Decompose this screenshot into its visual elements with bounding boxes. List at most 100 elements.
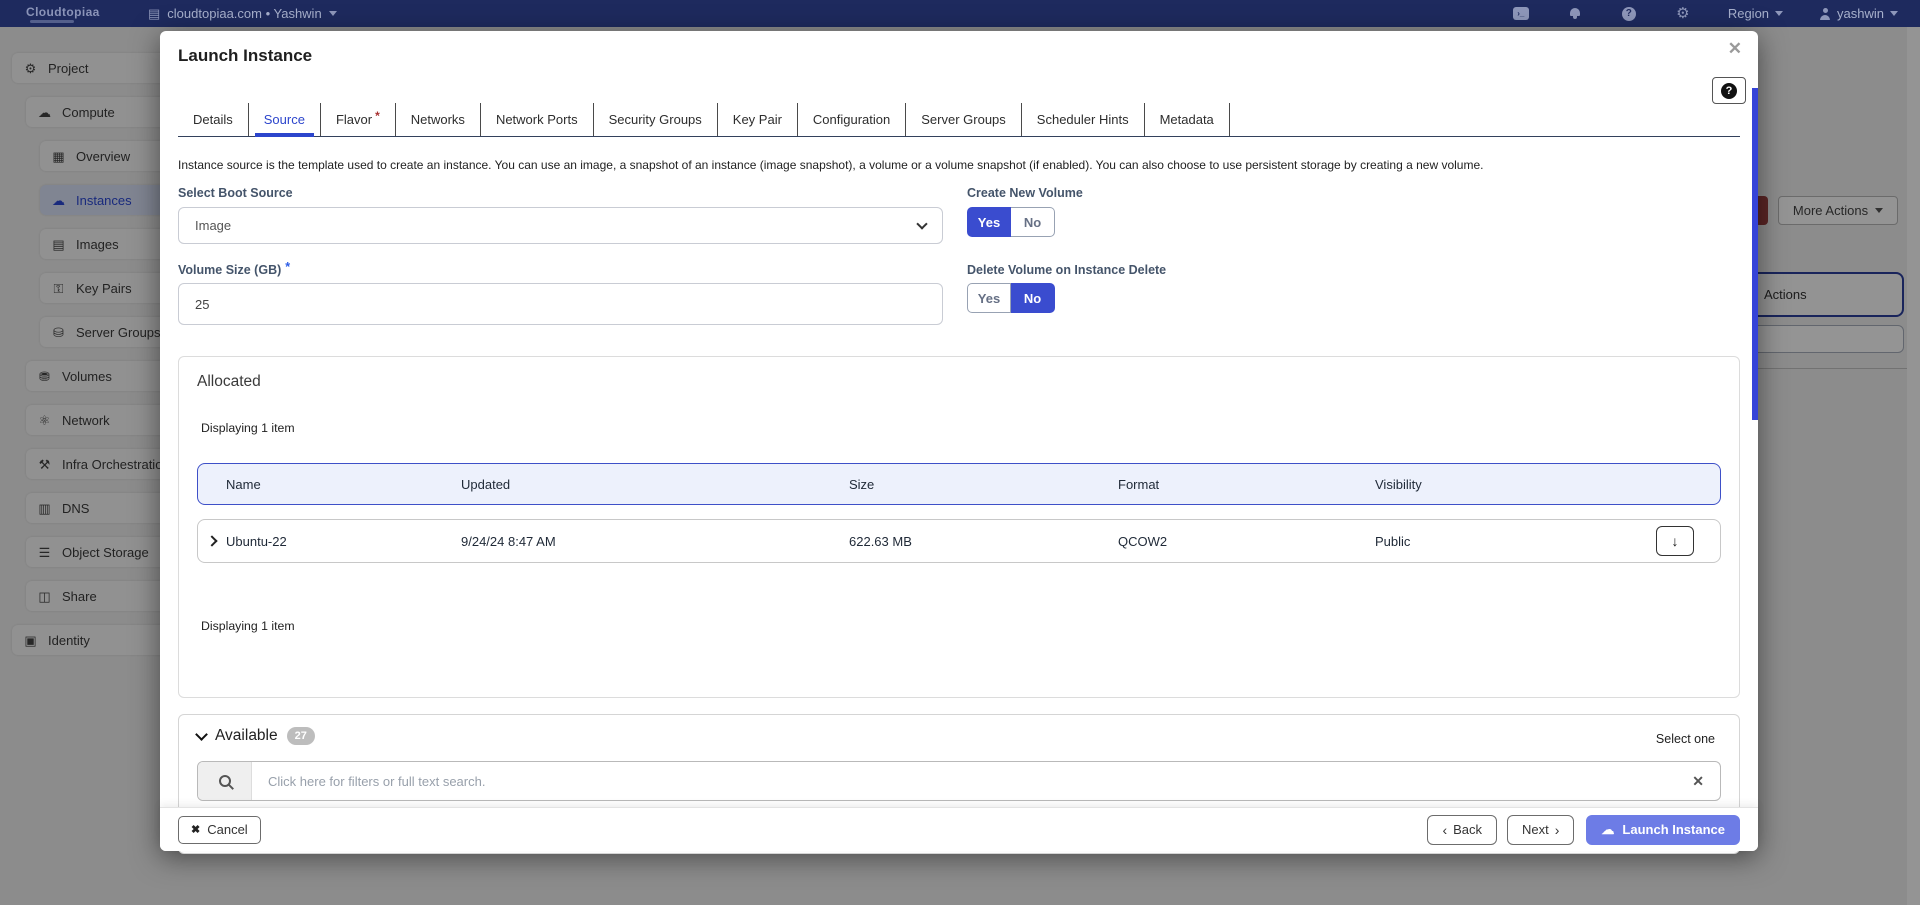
delete-volume-toggle: Yes No bbox=[967, 283, 1055, 313]
back-button[interactable]: ‹ Back bbox=[1427, 815, 1497, 845]
chevron-down-icon bbox=[1890, 11, 1898, 16]
brand-tagline bbox=[30, 20, 74, 23]
region-dropdown[interactable]: Region bbox=[1728, 6, 1783, 21]
boot-source-select[interactable]: Image bbox=[178, 207, 943, 244]
search-icon-cell bbox=[198, 762, 252, 800]
tab-label: Flavor bbox=[336, 112, 380, 127]
user-icon bbox=[1819, 8, 1831, 20]
launch-label: Launch Instance bbox=[1622, 822, 1725, 837]
source-description: Instance source is the template used to … bbox=[178, 158, 1740, 172]
help-button[interactable]: ? bbox=[1620, 5, 1638, 23]
collapse-icon[interactable] bbox=[195, 728, 208, 741]
list-icon: ▤ bbox=[148, 7, 160, 20]
launch-instance-modal: Launch Instance ✕ ? Details Source Flavo… bbox=[160, 31, 1758, 851]
available-search-input[interactable] bbox=[252, 774, 1692, 789]
back-label: Back bbox=[1453, 822, 1482, 837]
volume-size-input[interactable] bbox=[178, 283, 943, 325]
user-name: yashwin bbox=[1837, 6, 1884, 21]
cell-name: Ubuntu-22 bbox=[226, 534, 461, 549]
tab-label: Key Pair bbox=[733, 112, 782, 127]
terminal-icon: ›_ bbox=[1513, 7, 1529, 20]
navbar-right: ›_ ? ⚙ Region yashwin bbox=[1512, 0, 1898, 27]
domain-project-switcher[interactable]: ▤ cloudtopiaa.com • Yashwin bbox=[148, 0, 337, 27]
delete-volume-no-button[interactable]: No bbox=[1011, 283, 1055, 313]
tab-label: Source bbox=[264, 112, 305, 127]
create-new-volume-toggle: Yes No bbox=[967, 207, 1055, 237]
tab-configuration[interactable]: Configuration bbox=[798, 103, 906, 136]
settings-button[interactable]: ⚙ bbox=[1674, 5, 1692, 23]
available-count-badge: 27 bbox=[287, 727, 315, 745]
tab-label: Networks bbox=[411, 112, 465, 127]
question-icon: ? bbox=[1622, 7, 1636, 21]
modal-scrollbar[interactable] bbox=[1752, 88, 1758, 420]
tab-label: Metadata bbox=[1160, 112, 1214, 127]
column-updated: Updated bbox=[461, 477, 849, 492]
screen: Cloudtopiaa ▤ cloudtopiaa.com • Yashwin … bbox=[0, 0, 1920, 905]
chevron-down-icon bbox=[329, 11, 337, 16]
allocated-heading: Allocated bbox=[197, 373, 261, 391]
chevron-down-icon bbox=[916, 218, 927, 229]
column-visibility: Visibility bbox=[1375, 477, 1656, 492]
modal-title: Launch Instance bbox=[178, 46, 312, 66]
launch-instance-button[interactable]: ☁ Launch Instance bbox=[1586, 815, 1740, 845]
boot-source-value: Image bbox=[195, 218, 231, 233]
tab-label: Scheduler Hints bbox=[1037, 112, 1129, 127]
tab-networks[interactable]: Networks bbox=[396, 103, 481, 136]
clear-search-icon[interactable]: ✕ bbox=[1692, 773, 1704, 790]
notifications-button[interactable] bbox=[1566, 5, 1584, 23]
modal-footer: ✖ Cancel ‹ Back Next › ☁ Launch Instance bbox=[160, 807, 1758, 851]
volume-size-label: Volume Size (GB) bbox=[178, 263, 290, 277]
region-label: Region bbox=[1728, 6, 1769, 21]
cancel-button[interactable]: ✖ Cancel bbox=[178, 816, 261, 844]
tab-network-ports[interactable]: Network Ports bbox=[481, 103, 594, 136]
top-navbar: Cloudtopiaa ▤ cloudtopiaa.com • Yashwin … bbox=[0, 0, 1920, 27]
allocated-count: Displaying 1 item bbox=[201, 421, 295, 435]
question-icon: ? bbox=[1721, 83, 1737, 99]
chevron-left-icon: ‹ bbox=[1442, 823, 1447, 837]
chevron-down-icon bbox=[1775, 11, 1783, 16]
deallocate-button[interactable]: ↓ bbox=[1656, 526, 1694, 556]
chevron-right-icon: › bbox=[1555, 823, 1560, 837]
domain-project-label: cloudtopiaa.com • Yashwin bbox=[167, 6, 321, 21]
tab-label: Configuration bbox=[813, 112, 890, 127]
tab-label: Server Groups bbox=[921, 112, 1006, 127]
tab-scheduler-hints[interactable]: Scheduler Hints bbox=[1022, 103, 1145, 136]
next-label: Next bbox=[1522, 822, 1549, 837]
column-name: Name bbox=[226, 477, 461, 492]
terminal-button[interactable]: ›_ bbox=[1512, 5, 1530, 23]
create-new-volume-label: Create New Volume bbox=[967, 186, 1083, 200]
tab-label: Security Groups bbox=[609, 112, 702, 127]
create-new-volume-no-button[interactable]: No bbox=[1011, 207, 1055, 237]
user-menu[interactable]: yashwin bbox=[1819, 6, 1898, 21]
tab-security-groups[interactable]: Security Groups bbox=[594, 103, 718, 136]
bell-icon bbox=[1569, 7, 1581, 20]
expand-row-icon[interactable] bbox=[206, 535, 217, 546]
tab-key-pair[interactable]: Key Pair bbox=[718, 103, 798, 136]
wizard-help-button[interactable]: ? bbox=[1712, 77, 1746, 104]
gear-icon: ⚙ bbox=[1676, 6, 1689, 21]
wizard-tabs: Details Source Flavor Networks Network P… bbox=[178, 103, 1740, 137]
column-size: Size bbox=[849, 477, 1118, 492]
tab-metadata[interactable]: Metadata bbox=[1145, 103, 1230, 136]
next-button[interactable]: Next › bbox=[1507, 815, 1574, 845]
search-icon bbox=[219, 775, 231, 787]
x-icon: ✖ bbox=[191, 823, 200, 836]
column-format: Format bbox=[1118, 477, 1375, 492]
tab-source[interactable]: Source bbox=[249, 103, 321, 136]
tab-label: Details bbox=[193, 112, 233, 127]
delete-volume-yes-button[interactable]: Yes bbox=[967, 283, 1011, 313]
allocated-table-header: Name Updated Size Format Visibility bbox=[197, 463, 1721, 505]
cell-format: QCOW2 bbox=[1118, 534, 1375, 549]
allocated-panel: Allocated Displaying 1 item Name Updated… bbox=[178, 356, 1740, 698]
tab-flavor[interactable]: Flavor bbox=[321, 103, 396, 136]
brand-logo[interactable]: Cloudtopiaa bbox=[26, 5, 100, 19]
delete-volume-label: Delete Volume on Instance Delete bbox=[967, 263, 1166, 277]
tab-details[interactable]: Details bbox=[178, 103, 249, 136]
create-new-volume-yes-button[interactable]: Yes bbox=[967, 207, 1011, 237]
available-search-bar: ✕ bbox=[197, 761, 1721, 801]
tab-server-groups[interactable]: Server Groups bbox=[906, 103, 1022, 136]
cloud-upload-icon: ☁ bbox=[1601, 823, 1614, 836]
available-heading: Available bbox=[215, 727, 278, 745]
close-icon[interactable]: ✕ bbox=[1728, 39, 1742, 59]
allocated-table-row: Ubuntu-22 9/24/24 8:47 AM 622.63 MB QCOW… bbox=[197, 519, 1721, 563]
